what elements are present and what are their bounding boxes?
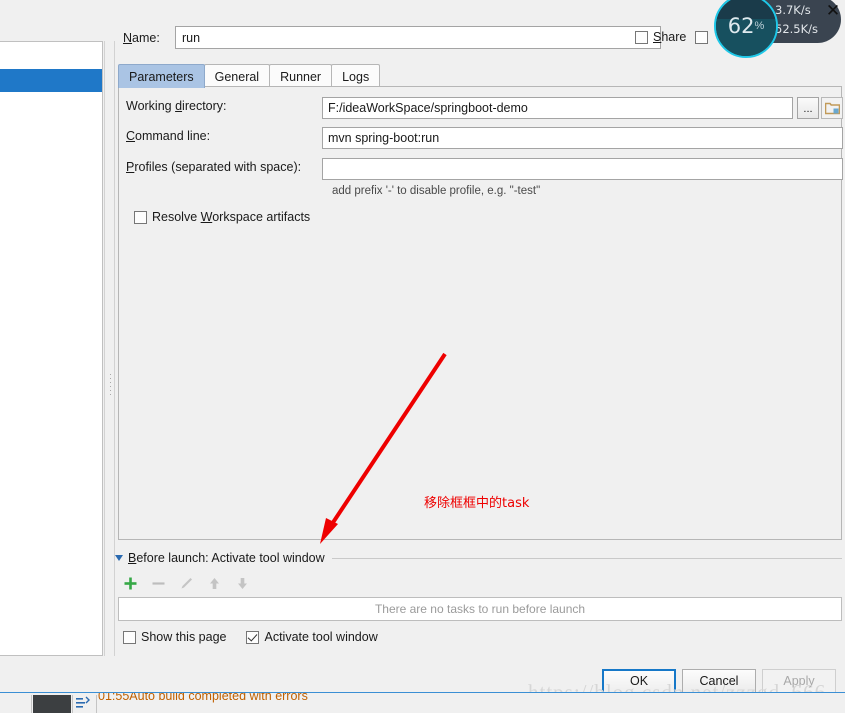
resolve-workspace-label: Resolve Workspace artifacts [152, 210, 311, 224]
annotation-text: 移除框框中的task [424, 496, 530, 511]
remove-task-button[interactable] [151, 576, 166, 591]
command-line-input[interactable] [322, 127, 843, 149]
activate-tool-window-checkbox-item[interactable]: Activate tool window [246, 630, 378, 644]
tab-general[interactable]: General [203, 64, 271, 88]
activate-tool-window-checkbox[interactable] [246, 630, 260, 644]
gauge-percent-value: 62 [727, 14, 755, 38]
folder-icon [824, 102, 840, 114]
command-line-label-row: Command line: [126, 129, 210, 143]
gauge-percent-symbol: % [754, 20, 765, 32]
tasks-empty-text: There are no tasks to run before launch [374, 602, 586, 616]
run-configurations-tree-panel[interactable] [0, 41, 103, 656]
ide-dark-swatch [33, 695, 71, 713]
before-launch-toolbar [123, 576, 250, 591]
collapse-triangle-icon[interactable] [115, 555, 123, 561]
tree-item-selected[interactable] [0, 69, 102, 92]
plus-icon [124, 577, 137, 590]
arrow-up-icon [210, 578, 219, 589]
single-instance-checkbox-item[interactable] [695, 30, 709, 44]
ide-separator-left [31, 695, 32, 713]
activate-tool-window-label: Activate tool window [264, 630, 378, 644]
before-launch-checkboxes: Show this page Activate tool window [123, 630, 378, 644]
show-this-page-checkbox[interactable] [123, 630, 136, 644]
working-directory-label-row: Working directory: [126, 99, 227, 113]
profiles-hint: add prefix '-' to disable profile, e.g. … [332, 185, 541, 197]
ide-separator-right [96, 695, 97, 713]
resolve-workspace-checkbox-item[interactable]: Resolve Workspace artifacts [134, 210, 310, 224]
splitter-grip-icon [109, 371, 112, 407]
configuration-form: Name: Share Parameters General Runner Lo… [115, 0, 845, 713]
move-down-button[interactable] [235, 576, 250, 591]
before-launch-rule [331, 557, 842, 559]
before-launch-header: Before launch: Activate tool window [115, 551, 842, 565]
ide-status-message: 01:55Auto build completed with errors [98, 692, 308, 703]
working-directory-label: Working directory: [126, 99, 227, 113]
share-options-group: Share [635, 30, 709, 44]
working-directory-browse-button[interactable]: ... [797, 97, 819, 119]
add-task-button[interactable] [123, 576, 138, 591]
resolve-workspace-checkbox[interactable] [134, 210, 147, 224]
working-directory-input[interactable] [322, 97, 793, 119]
move-up-button[interactable] [207, 576, 222, 591]
command-line-label: Command line: [126, 129, 211, 143]
ide-separator-mid [72, 695, 73, 713]
left-panel-bottom-filler [0, 656, 104, 692]
arrow-down-icon [238, 578, 247, 589]
name-row: Name: [123, 26, 661, 49]
upload-speed-value: 3.7K/s [775, 3, 811, 17]
minus-icon [152, 582, 165, 585]
tab-parameters[interactable]: Parameters [118, 64, 205, 88]
build-icon[interactable] [75, 696, 91, 710]
gauge-fill: 62% [716, 0, 776, 56]
profiles-input[interactable] [322, 158, 843, 180]
name-input[interactable] [175, 26, 661, 49]
parameters-tab-panel: Working directory: ... Command line: Pro… [118, 86, 843, 540]
tab-runner[interactable]: Runner [269, 64, 333, 88]
left-panel-top-filler [0, 0, 104, 41]
working-directory-folder-button[interactable] [821, 97, 843, 119]
single-instance-checkbox[interactable] [695, 30, 709, 44]
panel-splitter[interactable] [104, 41, 115, 656]
dialog-root: Name: Share Parameters General Runner Lo… [0, 0, 845, 713]
tab-logs[interactable]: Logs [331, 64, 381, 88]
tab-strip: Parameters General Runner Logs [118, 62, 381, 88]
red-arrow-annotation [320, 352, 447, 544]
ide-status-strip: 01:55Auto build completed with errors [0, 692, 845, 713]
edit-task-button[interactable] [179, 576, 194, 591]
download-speed-value: 52.5K/s [775, 22, 819, 36]
profiles-label-row: Profiles (separated with space): [126, 160, 301, 174]
show-this-page-label: Show this page [141, 630, 227, 644]
pencil-icon [181, 578, 192, 589]
share-checkbox-item[interactable]: Share [635, 30, 686, 44]
show-this-page-checkbox-item[interactable]: Show this page [123, 630, 226, 644]
before-launch-tasks-list[interactable]: There are no tasks to run before launch [118, 597, 842, 621]
share-checkbox[interactable] [635, 30, 648, 44]
profiles-label: Profiles (separated with space): [126, 160, 302, 174]
name-label-mnemonic: N [123, 30, 133, 45]
share-label: Share [653, 30, 687, 44]
close-icon[interactable]: ✕ [824, 2, 842, 20]
before-launch-title: Before launch: Activate tool window [128, 551, 325, 565]
name-label: Name: [123, 30, 160, 45]
